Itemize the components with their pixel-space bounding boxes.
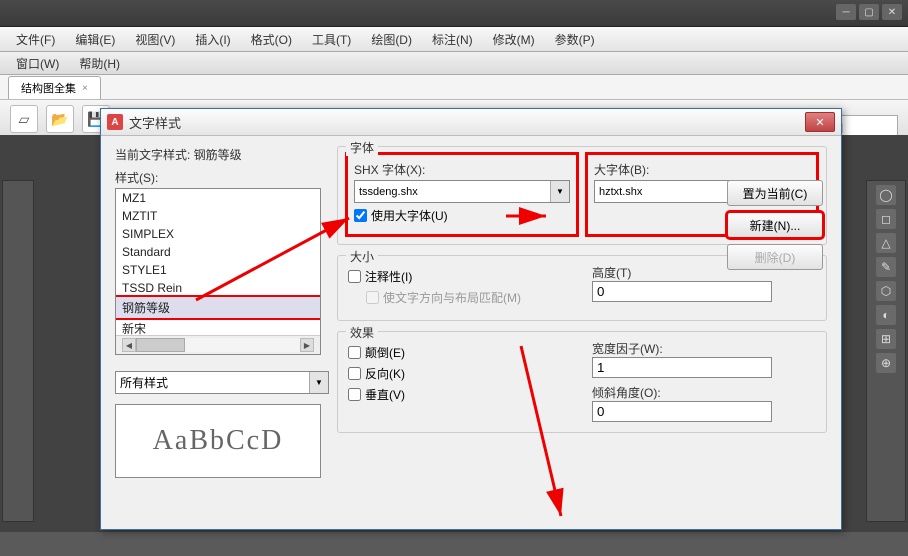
minimize-icon[interactable]: ─ <box>836 4 856 20</box>
menu-edit[interactable]: 编辑(E) <box>67 29 123 50</box>
shx-font-label: SHX 字体(X): <box>354 161 570 178</box>
effects-group-title: 效果 <box>346 324 378 341</box>
checkbox-input[interactable] <box>348 388 361 401</box>
tool-icon[interactable]: △ <box>876 233 896 253</box>
use-bigfont-checkbox[interactable]: 使用大字体(U) <box>354 207 570 224</box>
menu-tools[interactable]: 工具(T) <box>304 29 359 50</box>
menu-bar: 文件(F) 编辑(E) 视图(V) 插入(I) 格式(O) 工具(T) 绘图(D… <box>0 27 908 52</box>
new-icon[interactable]: ▱ <box>10 105 38 133</box>
new-button[interactable]: 新建(N)... <box>727 212 823 238</box>
big-font-label: 大字体(B): <box>594 161 810 178</box>
menu-view[interactable]: 视图(V) <box>127 29 183 50</box>
tool-icon[interactable]: ⊕ <box>876 353 896 373</box>
list-item[interactable]: TSSD Rein <box>116 279 320 297</box>
checkbox-input <box>366 291 379 304</box>
checkbox-input[interactable] <box>354 209 367 222</box>
checkbox-label: 注释性(I) <box>365 268 412 285</box>
list-item[interactable]: Standard <box>116 243 320 261</box>
title-bar: ─ ▢ ✕ <box>0 0 908 27</box>
menu-help[interactable]: 帮助(H) <box>71 53 128 74</box>
size-group-title: 大小 <box>346 248 378 265</box>
chevron-down-icon[interactable]: ▼ <box>550 181 569 202</box>
set-current-button[interactable]: 置为当前(C) <box>727 180 823 206</box>
menu-insert[interactable]: 插入(I) <box>187 29 238 50</box>
filter-combo[interactable]: 所有样式 ▼ <box>115 371 329 394</box>
height-input[interactable] <box>592 281 772 302</box>
list-item[interactable]: STYLE1 <box>116 261 320 279</box>
checkbox-label: 反向(K) <box>365 365 405 382</box>
scroll-right-icon[interactable]: ▶ <box>300 338 314 352</box>
dialog-close-button[interactable]: ✕ <box>805 112 835 132</box>
horizontal-scrollbar[interactable]: ◀▶ <box>116 335 320 354</box>
menu-format[interactable]: 格式(O) <box>243 29 300 50</box>
menu-modify[interactable]: 修改(M) <box>485 29 543 50</box>
checkbox-input[interactable] <box>348 270 361 283</box>
app-icon: A <box>107 114 123 130</box>
upsidedown-checkbox[interactable]: 颠倒(E) <box>348 344 572 361</box>
font-preview: AaBbCcD <box>115 404 321 478</box>
shx-font-value: tssdeng.shx <box>359 186 418 198</box>
tool-icon[interactable]: ⬡ <box>876 281 896 301</box>
text-style-dialog: A 文字样式 ✕ 当前文字样式: 钢筋等级 样式(S): MZ1 MZTIT S… <box>100 108 842 530</box>
checkbox-input[interactable] <box>348 367 361 380</box>
list-item[interactable]: SIMPLEX <box>116 225 320 243</box>
open-icon[interactable]: 📂 <box>46 105 74 133</box>
tool-icon[interactable]: ⊞ <box>876 329 896 349</box>
tab-document[interactable]: 结构图全集 × <box>8 76 101 99</box>
annotative-checkbox[interactable]: 注释性(I) <box>348 268 572 285</box>
tool-icon[interactable]: ◯ <box>876 185 896 205</box>
filter-value: 所有样式 <box>120 374 168 391</box>
checkbox-input[interactable] <box>348 346 361 359</box>
left-toolbar <box>2 180 34 522</box>
tool-icon[interactable]: ✎ <box>876 257 896 277</box>
list-item[interactable]: MZ1 <box>116 189 320 207</box>
effects-group: 效果 颠倒(E) 反向(K) 垂直(V) 宽度因子(W): 倾斜角度(O): <box>337 331 827 433</box>
font-group-title: 字体 <box>346 139 378 156</box>
checkbox-label: 颠倒(E) <box>365 344 405 361</box>
dialog-title: 文字样式 <box>129 113 805 132</box>
tab-label: 结构图全集 <box>21 80 76 96</box>
menu-dimension[interactable]: 标注(N) <box>424 29 481 50</box>
close-icon[interactable]: ✕ <box>882 4 902 20</box>
width-factor-label: 宽度因子(W): <box>592 340 816 357</box>
tool-icon[interactable]: ◐ <box>876 305 896 325</box>
right-toolbar: ◯ ◻ △ ✎ ⬡ ◐ ⊞ ⊕ <box>866 180 906 522</box>
delete-button[interactable]: 删除(D) <box>727 244 823 270</box>
vertical-checkbox[interactable]: 垂直(V) <box>348 386 572 403</box>
checkbox-label: 使文字方向与布局匹配(M) <box>383 289 521 306</box>
dialog-titlebar: A 文字样式 ✕ <box>101 109 841 136</box>
big-font-value: hztxt.shx <box>599 186 642 198</box>
menu-window[interactable]: 窗口(W) <box>8 53 67 74</box>
scroll-left-icon[interactable]: ◀ <box>122 338 136 352</box>
menu-file[interactable]: 文件(F) <box>8 29 63 50</box>
document-tabs: 结构图全集 × <box>0 75 908 100</box>
tool-icon[interactable]: ◻ <box>876 209 896 229</box>
menu-param[interactable]: 参数(P) <box>547 29 603 50</box>
oblique-input[interactable] <box>592 401 772 422</box>
menu-bar-2: 窗口(W) 帮助(H) <box>0 52 908 75</box>
width-factor-input[interactable] <box>592 357 772 378</box>
checkbox-label: 垂直(V) <box>365 386 405 403</box>
styles-listbox[interactable]: MZ1 MZTIT SIMPLEX Standard STYLE1 TSSD R… <box>115 188 321 355</box>
checkbox-label: 使用大字体(U) <box>371 207 448 224</box>
list-item[interactable]: MZTIT <box>116 207 320 225</box>
list-item-selected[interactable]: 钢筋等级 <box>116 297 320 318</box>
match-orient-checkbox: 使文字方向与布局匹配(M) <box>366 289 572 306</box>
chevron-down-icon[interactable]: ▼ <box>309 372 328 393</box>
dialog-buttons: 置为当前(C) 新建(N)... 删除(D) <box>727 180 827 276</box>
oblique-label: 倾斜角度(O): <box>592 384 816 401</box>
maximize-icon[interactable]: ▢ <box>859 4 879 20</box>
menu-draw[interactable]: 绘图(D) <box>363 29 420 50</box>
backwards-checkbox[interactable]: 反向(K) <box>348 365 572 382</box>
shx-font-combo[interactable]: tssdeng.shx ▼ <box>354 180 570 203</box>
tab-close-icon[interactable]: × <box>82 83 88 94</box>
